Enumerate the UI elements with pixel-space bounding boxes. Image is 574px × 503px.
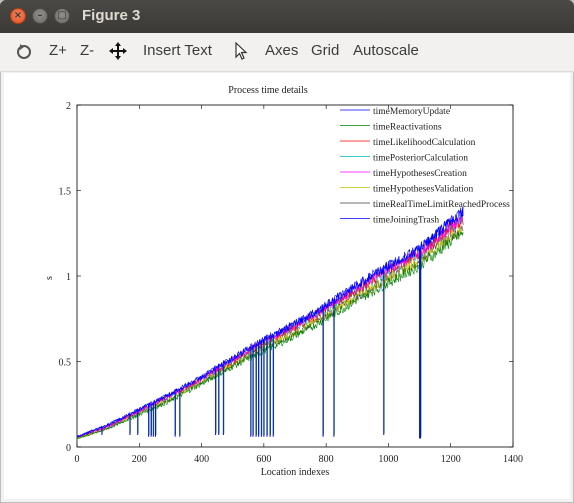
figure-window: × – □ Figure 3 Z+ Z- Insert Text Axes Gr…	[0, 0, 574, 503]
zoom-out-button[interactable]: Z-	[80, 42, 94, 59]
y-tick-label: 2	[66, 101, 71, 112]
maximize-icon: □	[57, 10, 67, 21]
close-button[interactable]: ×	[10, 8, 26, 24]
select-arrow-icon[interactable]	[231, 40, 251, 62]
legend: timeMemoryUpdate timeReactivations timeLik…	[340, 107, 510, 226]
zoom-in-button[interactable]: Z+	[49, 42, 67, 59]
rotate-icon[interactable]	[14, 40, 34, 62]
plot-canvas: Process time details Location indexes s …	[4, 73, 570, 499]
legend-label: timeHypothesesValidation	[373, 185, 474, 195]
y-tick-label: 0	[66, 443, 71, 454]
window-title: Figure 3	[82, 7, 141, 24]
x-tick-label: 800	[319, 454, 334, 465]
legend-label: timeJoiningTrash	[373, 216, 439, 226]
plot-area	[76, 206, 464, 440]
close-icon: ×	[13, 10, 23, 21]
autoscale-button[interactable]: Autoscale	[353, 42, 419, 59]
x-tick-label: 600	[256, 454, 271, 465]
chart: Process time details Location indexes s …	[44, 85, 523, 478]
legend-label: timeRealTimeLimitReachedProcess	[373, 200, 510, 210]
legend-label: timeLikelihoodCalculation	[373, 138, 476, 148]
legend-label: timeReactivations	[373, 123, 442, 133]
minimize-button[interactable]: –	[32, 8, 48, 24]
toolbar: Z+ Z- Insert Text Axes Grid Autoscale	[0, 33, 574, 72]
x-tick-label: 400	[194, 454, 209, 465]
title-bar: × – □ Figure 3	[0, 0, 574, 33]
legend-label: timePosteriorCalculation	[373, 154, 468, 164]
y-axis-label: s	[44, 276, 55, 280]
x-tick-label: 0	[75, 454, 80, 465]
legend-label: timeHypothesesCreation	[373, 169, 467, 179]
chart-title: Process time details	[228, 85, 308, 96]
minimize-icon: –	[37, 10, 43, 21]
pan-icon[interactable]	[108, 40, 128, 62]
x-axis-label: Location indexes	[261, 467, 330, 478]
y-tick-label: 1.5	[59, 187, 72, 198]
maximize-button[interactable]: □	[54, 8, 70, 24]
axes-button[interactable]: Axes	[265, 42, 298, 59]
x-tick-label: 1400	[503, 454, 523, 465]
x-tick-label: 200	[132, 454, 147, 465]
y-tick-label: 0.5	[59, 358, 72, 369]
x-tick-label: 1000	[378, 454, 398, 465]
x-tick-label: 1200	[441, 454, 461, 465]
legend-label: timeMemoryUpdate	[373, 107, 450, 117]
y-tick-label: 1	[66, 272, 71, 283]
grid-button[interactable]: Grid	[311, 42, 339, 59]
insert-text-button[interactable]: Insert Text	[143, 42, 212, 59]
